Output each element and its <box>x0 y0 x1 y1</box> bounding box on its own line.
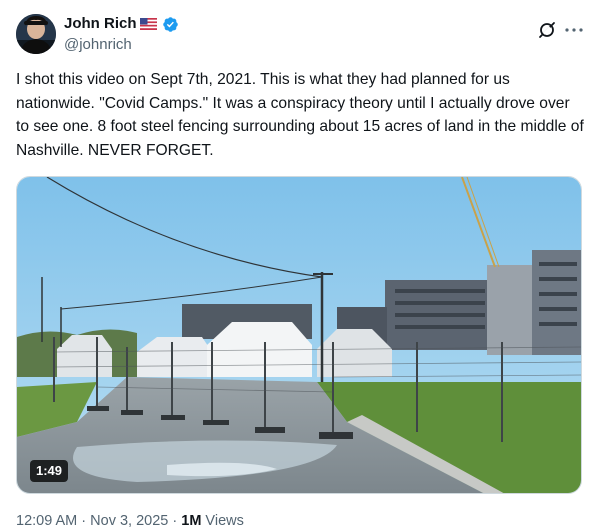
tweet-text: I shot this video on Sept 7th, 2021. Thi… <box>16 71 589 159</box>
views-label: Views <box>201 513 244 529</box>
tweet-date[interactable]: Nov 3, 2025 <box>90 513 168 529</box>
video-player[interactable] <box>16 176 582 494</box>
video-duration-badge: 1:49 <box>30 460 69 482</box>
tweet-time[interactable]: 12:09 AM <box>16 513 77 529</box>
author-name[interactable]: John Rich <box>64 14 137 34</box>
verified-badge-icon[interactable] <box>162 16 179 33</box>
views-count[interactable]: 1M <box>181 513 201 529</box>
more-options-icon[interactable] <box>562 18 586 42</box>
meta-separator: · <box>168 513 182 529</box>
meta-separator: · <box>77 513 91 529</box>
avatar[interactable] <box>16 14 56 54</box>
author-handle[interactable]: @johnrich <box>64 35 132 55</box>
grok-icon[interactable] <box>537 20 557 40</box>
tweet-metadata: 12:09 AM · Nov 3, 2025 · 1M Views <box>16 511 244 531</box>
us-flag-icon <box>139 18 157 30</box>
